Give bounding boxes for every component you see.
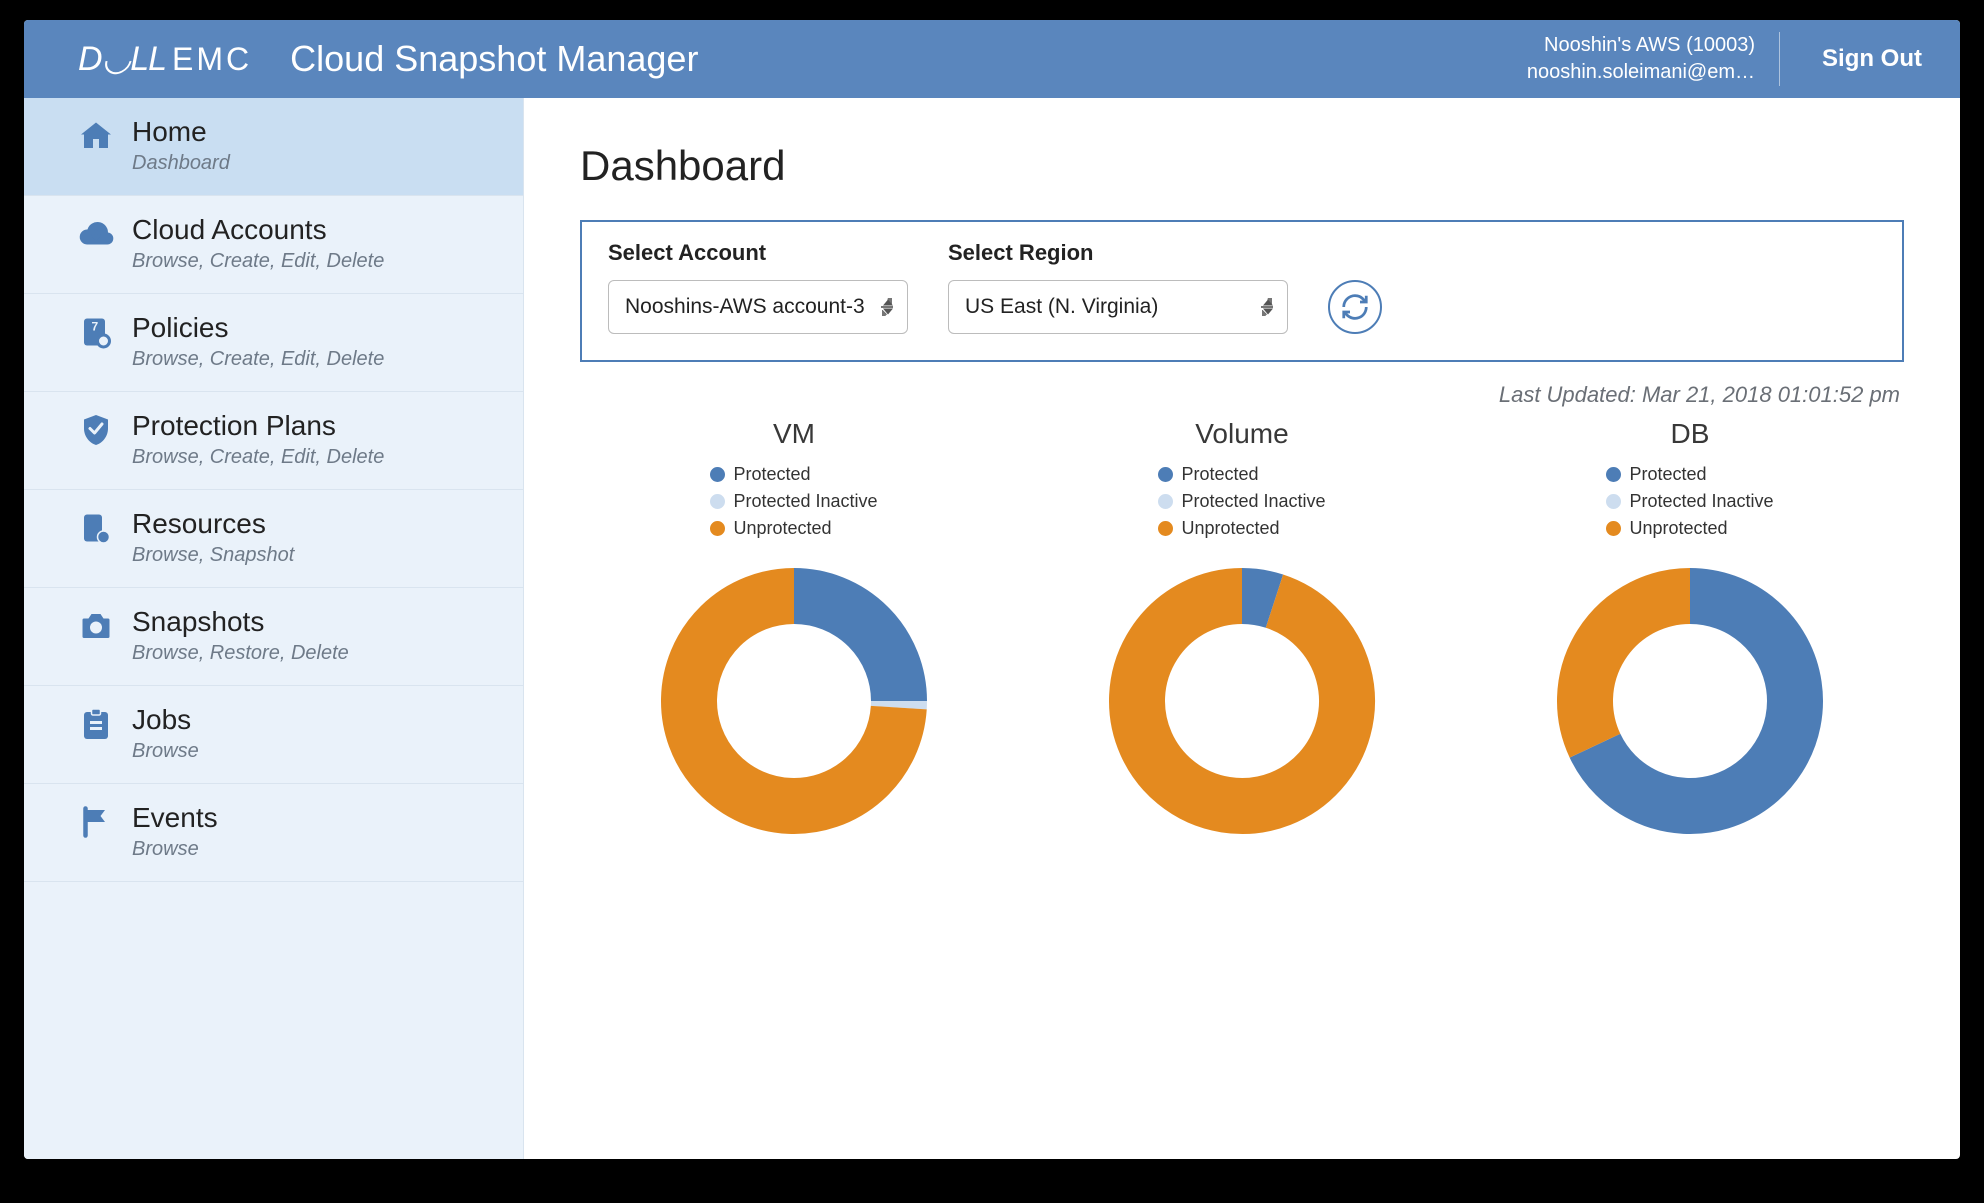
legend-label: Unprotected — [1629, 518, 1727, 539]
chart-legend: Protected Protected Inactive Unprotected — [710, 464, 877, 539]
chart-vm: VM Protected Protected Inactive Unprotected — [580, 418, 1008, 841]
legend-item: Unprotected — [710, 518, 831, 539]
legend-swatch — [1606, 494, 1621, 509]
legend-swatch — [710, 467, 725, 482]
chart-title: VM — [773, 418, 815, 450]
sign-out-button[interactable]: Sign Out — [1812, 37, 1932, 81]
sidebar-item-resources[interactable]: Resources Browse, Snapshot — [24, 490, 523, 588]
sidebar-item-title: Resources — [132, 508, 294, 540]
sidebar-item-jobs[interactable]: Jobs Browse — [24, 686, 523, 784]
account-select-label: Select Account — [608, 240, 908, 266]
brand-emc: EMC — [172, 41, 252, 78]
sidebar-item-cloud-accounts[interactable]: Cloud Accounts Browse, Create, Edit, Dele… — [24, 196, 523, 294]
filter-panel: Select Account Nooshins-AWS account-3 Se… — [580, 220, 1904, 362]
policy-icon: 7 — [78, 314, 114, 350]
last-updated: Last Updated: Mar 21, 2018 01:01:52 pm — [580, 382, 1900, 408]
account-info[interactable]: Nooshin's AWS (10003) nooshin.soleimani@… — [1520, 32, 1780, 86]
account-select-value: Nooshins-AWS account-3 — [625, 295, 865, 319]
donut-chart — [1102, 561, 1382, 841]
legend-swatch — [1606, 521, 1621, 536]
resource-icon — [78, 510, 114, 546]
sidebar-item-title: Policies — [132, 312, 384, 344]
svg-text:7: 7 — [92, 320, 99, 334]
refresh-button[interactable] — [1328, 280, 1382, 334]
legend-swatch — [710, 494, 725, 509]
sidebar-item-home[interactable]: Home Dashboard — [24, 98, 523, 196]
sidebar-item-title: Events — [132, 802, 218, 834]
charts-row: VM Protected Protected Inactive Unprotected… — [580, 418, 1904, 841]
shield-icon — [78, 412, 114, 448]
legend-item: Protected — [710, 464, 810, 485]
chart-legend: Protected Protected Inactive Unprotected — [1158, 464, 1325, 539]
account-select[interactable]: Nooshins-AWS account-3 — [608, 280, 908, 334]
sidebar-item-subtitle: Browse — [132, 740, 199, 763]
legend-label: Unprotected — [733, 518, 831, 539]
legend-swatch — [1158, 494, 1173, 509]
home-icon — [78, 118, 114, 154]
legend-item: Protected Inactive — [710, 491, 877, 512]
select-caret-icon — [1263, 300, 1273, 315]
sidebar-item-subtitle: Browse, Restore, Delete — [132, 642, 349, 665]
legend-label: Protected — [733, 464, 810, 485]
legend-label: Protected Inactive — [733, 491, 877, 512]
sidebar: Home Dashboard Cloud Accounts Browse, Creat… — [24, 98, 524, 1159]
legend-item: Unprotected — [1606, 518, 1727, 539]
legend-label: Protected Inactive — [1181, 491, 1325, 512]
legend-label: Protected — [1629, 464, 1706, 485]
legend-label: Protected — [1181, 464, 1258, 485]
brand-dell: D◡LL — [78, 39, 166, 79]
sidebar-item-subtitle: Browse, Create, Edit, Delete — [132, 446, 384, 469]
region-select-value: US East (N. Virginia) — [965, 295, 1158, 319]
sidebar-item-subtitle: Browse — [132, 838, 218, 861]
flag-icon — [78, 804, 114, 840]
chart-legend: Protected Protected Inactive Unprotected — [1606, 464, 1773, 539]
main-content: Dashboard Select Account Nooshins-AWS ac… — [524, 98, 1960, 1159]
donut-chart — [1550, 561, 1830, 841]
top-bar: D◡LL EMC Cloud Snapshot Manager Nooshin'… — [24, 20, 1960, 98]
sidebar-item-title: Jobs — [132, 704, 199, 736]
donut-chart — [654, 561, 934, 841]
legend-item: Protected — [1606, 464, 1706, 485]
sidebar-item-title: Home — [132, 116, 230, 148]
sidebar-item-title: Protection Plans — [132, 410, 384, 442]
app-title: Cloud Snapshot Manager — [290, 38, 698, 80]
legend-swatch — [1158, 521, 1173, 536]
region-select[interactable]: US East (N. Virginia) — [948, 280, 1288, 334]
chart-title: DB — [1671, 418, 1710, 450]
sidebar-item-events[interactable]: Events Browse — [24, 784, 523, 882]
chart-title: Volume — [1195, 418, 1288, 450]
legend-item: Protected — [1158, 464, 1258, 485]
sidebar-item-subtitle: Browse, Create, Edit, Delete — [132, 250, 384, 273]
brand-logo: D◡LL EMC — [78, 39, 252, 79]
jobs-icon — [78, 706, 114, 742]
legend-swatch — [1158, 467, 1173, 482]
sidebar-item-protection-plans[interactable]: Protection Plans Browse, Create, Edit, De… — [24, 392, 523, 490]
sidebar-item-title: Snapshots — [132, 606, 349, 638]
region-select-label: Select Region — [948, 240, 1288, 266]
cloud-icon — [78, 216, 114, 252]
chart-db: DB Protected Protected Inactive Unprotected — [1476, 418, 1904, 841]
sidebar-item-snapshots[interactable]: Snapshots Browse, Restore, Delete — [24, 588, 523, 686]
account-name: Nooshin's AWS (10003) — [1520, 32, 1755, 59]
chart-volume: Volume Protected Protected Inactive Unprote… — [1028, 418, 1456, 841]
sidebar-item-subtitle: Browse, Snapshot — [132, 544, 294, 567]
legend-item: Protected Inactive — [1158, 491, 1325, 512]
legend-label: Unprotected — [1181, 518, 1279, 539]
sidebar-item-policies[interactable]: 7 Policies Browse, Create, Edit, Delete — [24, 294, 523, 392]
legend-label: Protected Inactive — [1629, 491, 1773, 512]
legend-swatch — [710, 521, 725, 536]
page-title: Dashboard — [580, 142, 1904, 190]
sidebar-item-title: Cloud Accounts — [132, 214, 384, 246]
account-email: nooshin.soleimani@em… — [1520, 59, 1755, 86]
legend-swatch — [1606, 467, 1621, 482]
legend-item: Protected Inactive — [1606, 491, 1773, 512]
legend-item: Unprotected — [1158, 518, 1279, 539]
sidebar-item-subtitle: Dashboard — [132, 152, 230, 175]
refresh-icon — [1340, 292, 1370, 322]
select-caret-icon — [883, 300, 893, 315]
sidebar-item-subtitle: Browse, Create, Edit, Delete — [132, 348, 384, 371]
camera-icon — [78, 608, 114, 644]
